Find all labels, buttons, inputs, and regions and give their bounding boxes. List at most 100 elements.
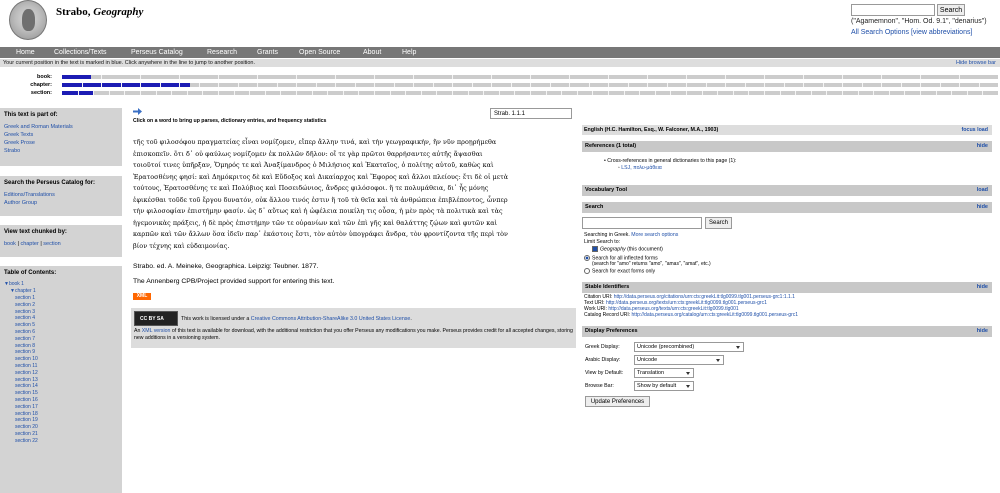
greek-line[interactable]: ἐφικέσθαι τοῦδε τοῦ ἔργου δυνατόν, οὐκ ἄ… [133, 195, 573, 207]
bar-tick [920, 75, 921, 79]
toc-section-link[interactable]: section 17 [15, 404, 118, 411]
perseus-logo-icon[interactable] [9, 0, 47, 40]
identifier-link[interactable]: http://data.perseus.org/catalog/urn:cts:… [632, 312, 799, 318]
section-position-bar[interactable] [62, 91, 998, 95]
toc-section-link[interactable]: section 13 [15, 377, 118, 384]
part-of-box: This text is part of: Greek and Roman Ma… [0, 108, 122, 166]
all-search-options-link[interactable]: All Search Options [851, 29, 909, 36]
toc-book-row[interactable]: ▼book 1 [4, 281, 118, 288]
xml-badge[interactable]: XML [133, 293, 151, 300]
browse-bar-select[interactable]: Show by default [634, 381, 694, 391]
more-search-options-link[interactable]: More search options [631, 232, 678, 238]
lsj-link[interactable]: LSJ, πολυ-μάθεια [621, 165, 661, 171]
book-position-bar[interactable] [62, 75, 998, 79]
english-title: English (H.C. Hamilton, Esq., W. Falcone… [584, 127, 719, 133]
greek-text[interactable]: τῆς τοῦ φιλοσόφου πραγματείας εἶναι νομί… [133, 137, 573, 252]
greek-line[interactable]: καρπῶν καὶ τῶν ἄλλων ὅσα ἰδεῖν παρ᾽ ἑκάσ… [133, 229, 573, 241]
part-of-link[interactable]: Strabo [4, 147, 118, 155]
toc-chapter-row[interactable]: ▼chapter 1 [4, 288, 118, 295]
greek-line[interactable]: βίον τέχνης καὶ εὐδαιμονίας. [133, 241, 573, 253]
arrow-right-icon[interactable] [133, 108, 142, 115]
greek-line[interactable]: τούτους, Ἐρατοσθένης τε καὶ Πολύβιος καὶ… [133, 183, 573, 195]
toc-section-link[interactable]: section 8 [15, 343, 118, 350]
hide-browse-bar-link[interactable]: Hide browse bar [956, 59, 996, 67]
nav-grants[interactable]: Grants [257, 47, 278, 58]
toc-section-link[interactable]: section 9 [15, 349, 118, 356]
search-links: All Search Options [view abbreviations] [851, 29, 972, 36]
greek-line[interactable]: τῆς τοῦ φιλοσόφου πραγματείας εἶναι νομί… [133, 137, 573, 149]
greek-display-select[interactable]: Unicode (precombined) [634, 342, 744, 352]
location-input[interactable]: Strab. 1.1.1 [490, 108, 572, 119]
load-link[interactable]: load [977, 185, 988, 196]
toc-section-link[interactable]: section 14 [15, 383, 118, 390]
toc-section-link[interactable]: section 18 [15, 411, 118, 418]
toc-section-link[interactable]: section 21 [15, 431, 118, 438]
nav-collections[interactable]: Collections/Texts [54, 47, 107, 58]
bar-tick [199, 83, 200, 87]
nav-home[interactable]: Home [16, 47, 35, 58]
vocabulary-header: Vocabulary Tool load [582, 185, 992, 196]
toc-section-link[interactable]: section 22 [15, 438, 118, 445]
catalog-link[interactable]: Author Group [4, 199, 118, 207]
nav-research[interactable]: Research [207, 47, 237, 58]
toc-chapter-link[interactable]: chapter 1 [15, 288, 36, 294]
greek-line[interactable]: τὴν φιλοσοφίαν ἐπιστήμην φασίν. ὡς δ᾽ αὕ… [133, 206, 573, 218]
greek-line[interactable]: ἡγεμονικὰς πράξεις, ἡ δὲ πρὸς ἐπιστήμην … [133, 218, 573, 230]
toc-section-link[interactable]: section 7 [15, 336, 118, 343]
part-of-link[interactable]: Greek Prose [4, 139, 118, 147]
catalog-link[interactable]: Editions/Translations [4, 191, 118, 199]
chunk-book-link[interactable]: book [4, 241, 16, 247]
license-link[interactable]: Creative Commons Attribution-ShareAlike … [251, 316, 411, 322]
nav-open-source[interactable]: Open Source [299, 47, 340, 58]
hide-link[interactable]: hide [977, 141, 988, 152]
word-search-button[interactable]: Search [705, 217, 732, 229]
toc-book-link[interactable]: book 1 [9, 281, 24, 287]
toc-section-link[interactable]: section 15 [15, 390, 118, 397]
radio-icon[interactable] [584, 268, 590, 274]
limit-geography-option[interactable]: Geography (this document) [592, 246, 663, 252]
hide-link[interactable]: hide [977, 282, 988, 293]
chapter-position-bar[interactable] [62, 83, 998, 87]
bar-tick [405, 91, 406, 95]
greek-line[interactable]: τοιοῦτοί τινες ὑπῆρξαν, Ὅμηρός τε καὶ Ἀν… [133, 160, 573, 172]
toc-section-link[interactable]: section 11 [15, 363, 118, 370]
hide-link[interactable]: hide [977, 326, 988, 337]
update-preferences-button[interactable]: Update Preferences [585, 396, 650, 407]
toc-section-link[interactable]: section 5 [15, 322, 118, 329]
toc-section-link[interactable]: section 20 [15, 424, 118, 431]
toc-section-link[interactable]: section 3 [15, 309, 118, 316]
word-search-input[interactable] [582, 217, 702, 229]
nav-catalog[interactable]: Perseus Catalog [131, 47, 183, 58]
stable-identifiers-header: Stable Identifiers hide [582, 282, 992, 293]
toc-section-link[interactable]: section 1 [15, 295, 118, 302]
radio-icon[interactable] [584, 255, 590, 261]
part-of-link[interactable]: Greek Texts [4, 131, 118, 139]
nav-about[interactable]: About [363, 47, 381, 58]
references-header: References (1 total) hide [582, 141, 992, 152]
toc-section-link[interactable]: section 16 [15, 397, 118, 404]
greek-line[interactable]: ἐπισκοπεῖν. ὅτι δ᾽ οὐ φαύλως νομίζομεν ἐ… [133, 149, 573, 161]
toc-section-link[interactable]: section 10 [15, 356, 118, 363]
quick-search-input[interactable] [851, 4, 935, 16]
toc-section-link[interactable]: section 19 [15, 417, 118, 424]
view-default-select[interactable]: Translation [634, 368, 694, 378]
chunk-chapter-link[interactable]: chapter [20, 241, 38, 247]
toc-section-link[interactable]: section 6 [15, 329, 118, 336]
part-of-link[interactable]: Greek and Roman Materials [4, 123, 118, 131]
creative-commons-badge-icon[interactable]: CC BY SA [134, 311, 178, 326]
toc-section-link[interactable]: section 4 [15, 315, 118, 322]
quick-search-button[interactable]: Search [937, 4, 965, 16]
focus-load-link[interactable]: focus load [962, 125, 989, 135]
bar-tick [327, 91, 328, 95]
exact-option[interactable]: Search for exact forms only [584, 268, 655, 274]
nav-help[interactable]: Help [402, 47, 416, 58]
hide-link[interactable]: hide [977, 202, 988, 213]
checkbox-icon[interactable] [592, 246, 598, 252]
toc-section-link[interactable]: section 2 [15, 302, 118, 309]
chunk-section-link[interactable]: section [43, 241, 60, 247]
greek-line[interactable]: Ἐρατοσθένης φησί: καὶ Δημόκριτος δὲ καὶ … [133, 172, 573, 184]
arabic-display-select[interactable]: Unicode [634, 355, 724, 365]
xml-version-link[interactable]: XML version [142, 328, 171, 334]
toc-section-link[interactable]: section 12 [15, 370, 118, 377]
view-abbreviations-link[interactable]: [view abbreviations] [911, 29, 972, 36]
